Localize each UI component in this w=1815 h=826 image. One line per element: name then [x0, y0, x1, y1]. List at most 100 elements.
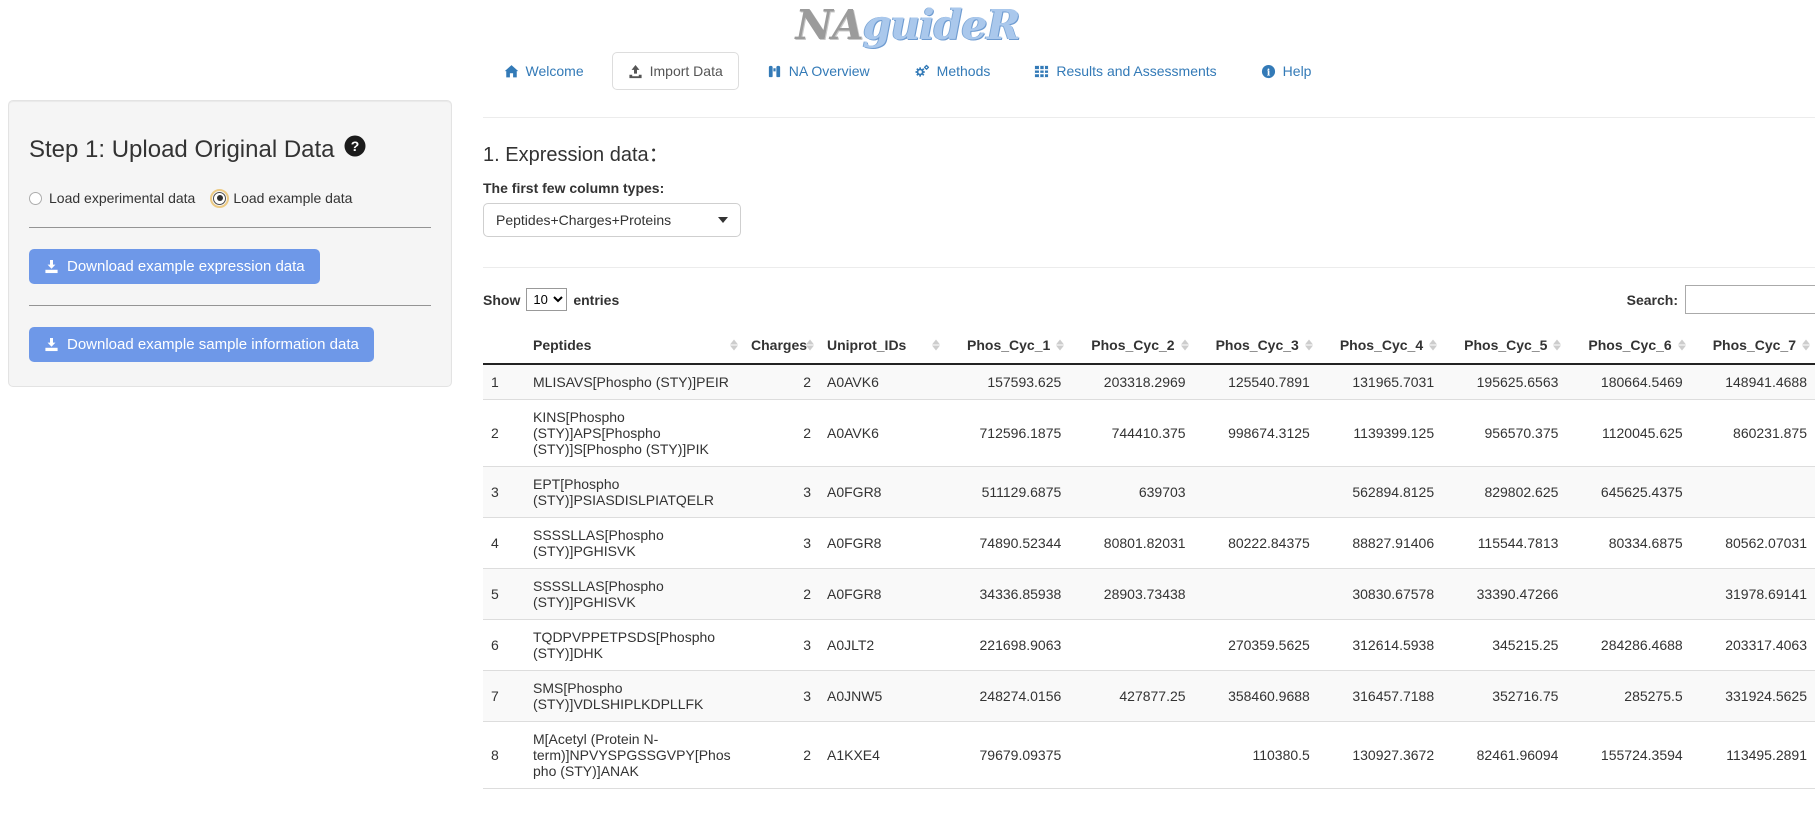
value-cell: 345215.25 — [1442, 620, 1566, 671]
value-cell: 110380.5 — [1194, 722, 1318, 789]
table-row: 5SSSSLLAS[Phospho (STY)]PGHISVK2A0FGR834… — [483, 569, 1815, 620]
column-header-phos_cyc_2[interactable]: Phos_Cyc_2 — [1069, 327, 1193, 364]
peptide-cell: SSSSLLAS[Phospho (STY)]PGHISVK — [525, 518, 743, 569]
column-header-phos_cyc_7[interactable]: Phos_Cyc_7 — [1691, 327, 1815, 364]
tab-import-data[interactable]: Import Data — [612, 52, 739, 90]
radio-circle-unchecked[interactable] — [29, 192, 42, 205]
column-header-label: Phos_Cyc_7 — [1713, 337, 1796, 353]
tab-methods[interactable]: Methods — [898, 52, 1007, 90]
search-input[interactable] — [1685, 285, 1815, 314]
column-header-peptides[interactable]: Peptides — [525, 327, 743, 364]
peptide-cell: TQDPVPPETPSDS[Phospho (STY)]DHK — [525, 620, 743, 671]
logo-part-na: NA — [795, 1, 862, 49]
page-length-select[interactable]: 10 — [526, 288, 567, 311]
column-header-charges[interactable]: Charges — [743, 327, 819, 364]
expression-data-table: PeptidesChargesUniprot_IDsPhos_Cyc_1 Phos… — [483, 327, 1815, 789]
radio-load-experimental-data[interactable]: Load experimental data — [29, 190, 195, 206]
tab-na-overview[interactable]: NA Overview — [751, 52, 886, 90]
table-header-row: PeptidesChargesUniprot_IDsPhos_Cyc_1 Phos… — [483, 327, 1815, 364]
value-cell: 511129.6875 — [945, 467, 1069, 518]
value-cell: 80801.82031 — [1069, 518, 1193, 569]
value-cell: 155724.3594 — [1566, 722, 1690, 789]
value-cell: 998674.3125 — [1194, 400, 1318, 467]
uniprot-cell: A0JNW5 — [819, 671, 945, 722]
value-cell: 80222.84375 — [1194, 518, 1318, 569]
uniprot-cell: A0JLT2 — [819, 620, 945, 671]
value-cell — [1566, 569, 1690, 620]
value-cell: 33390.47266 — [1442, 569, 1566, 620]
charge-cell: 2 — [743, 400, 819, 467]
tab-label: Welcome — [526, 63, 584, 79]
tab-label: Methods — [937, 63, 991, 79]
binoculars-icon — [767, 64, 782, 79]
value-cell — [1069, 620, 1193, 671]
value-cell: 270359.5625 — [1194, 620, 1318, 671]
column-types-dropdown[interactable]: Peptides+Charges+Proteins — [483, 203, 741, 237]
tab-welcome[interactable]: Welcome — [488, 52, 600, 90]
divider — [483, 267, 1815, 268]
value-cell: 180664.5469 — [1566, 364, 1690, 400]
column-header-label: Phos_Cyc_2 — [1091, 337, 1174, 353]
value-cell: 157593.625 — [945, 364, 1069, 400]
value-cell — [1194, 569, 1318, 620]
tab-results-and-assessments[interactable]: Results and Assessments — [1018, 52, 1232, 90]
download-icon — [44, 337, 59, 352]
sort-icon — [1678, 340, 1686, 351]
download-example-expression-button[interactable]: Download example expression data — [29, 249, 320, 284]
column-header-phos_cyc_3[interactable]: Phos_Cyc_3 — [1194, 327, 1318, 364]
peptide-cell: M[Acetyl (Protein N-term)]NPVYSPGSSGVPY[… — [525, 722, 743, 789]
value-cell: 829802.625 — [1442, 467, 1566, 518]
value-cell: 80334.6875 — [1566, 518, 1690, 569]
uniprot-cell: A0FGR8 — [819, 569, 945, 620]
peptide-cell: KINS[Phospho (STY)]APS[Phospho (STY)]S[P… — [525, 400, 743, 467]
column-header-uniprot_ids[interactable]: Uniprot_IDs — [819, 327, 945, 364]
column-header-phos_cyc_4[interactable]: Phos_Cyc_4 — [1318, 327, 1442, 364]
value-cell: 30830.67578 — [1318, 569, 1442, 620]
sort-icon — [1802, 340, 1810, 351]
value-cell: 284286.4688 — [1566, 620, 1690, 671]
upload-icon — [628, 64, 643, 79]
svg-text:?: ? — [350, 138, 359, 154]
peptide-cell: SMS[Phospho (STY)]VDLSHIPLKDPLLFK — [525, 671, 743, 722]
radio-circle-checked[interactable] — [213, 192, 226, 205]
column-types-selected-value: Peptides+Charges+Proteins — [496, 212, 671, 228]
value-cell: 639703 — [1069, 467, 1193, 518]
column-header-phos_cyc_1[interactable]: Phos_Cyc_1 — [945, 327, 1069, 364]
charge-cell: 2 — [743, 722, 819, 789]
column-header-phos_cyc_5[interactable]: Phos_Cyc_5 — [1442, 327, 1566, 364]
divider — [29, 227, 431, 228]
value-cell: 195625.6563 — [1442, 364, 1566, 400]
peptide-cell: EPT[Phospho (STY)]PSIASDISLPIATQELR — [525, 467, 743, 518]
divider — [483, 117, 1815, 118]
column-header-label: Phos_Cyc_6 — [1588, 337, 1671, 353]
value-cell: 312614.5938 — [1318, 620, 1442, 671]
column-header-rownum[interactable] — [483, 327, 525, 364]
value-cell: 285275.5 — [1566, 671, 1690, 722]
question-icon[interactable]: ? — [344, 135, 366, 164]
table-row: 1MLISAVS[Phospho (STY)]PEIR2A0AVK6157593… — [483, 364, 1815, 400]
charge-cell: 3 — [743, 467, 819, 518]
column-header-label: Phos_Cyc_5 — [1464, 337, 1547, 353]
import-data-panel: 1. Expression data： The first few column… — [483, 100, 1815, 789]
step1-title: Step 1: Upload Original Data ? — [29, 135, 431, 164]
tab-label: Help — [1283, 63, 1312, 79]
tab-help[interactable]: i Help — [1245, 52, 1328, 90]
column-header-phos_cyc_6[interactable]: Phos_Cyc_6 — [1566, 327, 1690, 364]
download-example-sample-info-button[interactable]: Download example sample information data — [29, 327, 374, 362]
gears-icon — [914, 64, 930, 79]
value-cell: 203318.2969 — [1069, 364, 1193, 400]
peptide-cell: SSSSLLAS[Phospho (STY)]PGHISVK — [525, 569, 743, 620]
sort-icon — [730, 340, 738, 351]
radio-load-example-data[interactable]: Load example data — [213, 190, 352, 206]
sort-icon — [806, 340, 814, 351]
column-header-label: Phos_Cyc_4 — [1340, 337, 1423, 353]
search-control: Search: — [1627, 285, 1815, 314]
svg-text:i: i — [1266, 67, 1270, 78]
value-cell: 427877.25 — [1069, 671, 1193, 722]
table-controls: Show 10 entries Search: — [483, 285, 1815, 314]
sort-icon — [1305, 340, 1313, 351]
uniprot-cell: A1KXE4 — [819, 722, 945, 789]
value-cell: 221698.9063 — [945, 620, 1069, 671]
value-cell: 28903.73438 — [1069, 569, 1193, 620]
show-label: Show — [483, 292, 520, 308]
